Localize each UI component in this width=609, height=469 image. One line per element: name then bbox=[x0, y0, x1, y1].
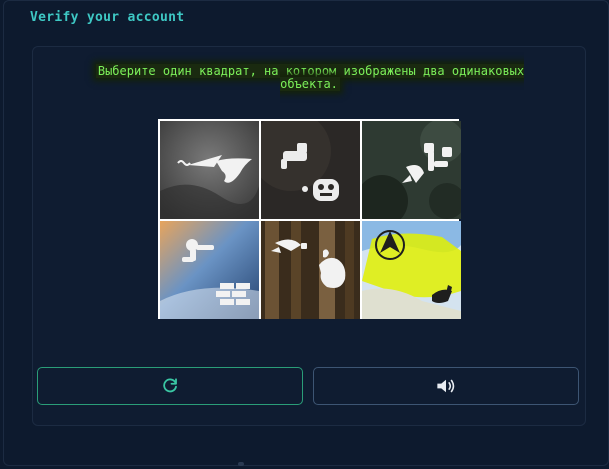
captcha-panel: Выберите один квадрат, на котором изобра… bbox=[32, 46, 586, 426]
bricks-icon bbox=[216, 283, 250, 305]
captcha-tile-2[interactable] bbox=[261, 121, 360, 219]
captcha-tile-6[interactable] bbox=[362, 221, 461, 319]
tile-6-image bbox=[362, 221, 461, 319]
tile-4-image bbox=[160, 221, 259, 319]
tile-3-image bbox=[362, 121, 461, 219]
captcha-tile-5[interactable] bbox=[261, 221, 360, 319]
tile-1-image bbox=[160, 121, 259, 219]
captcha-instruction-text: Выберите один квадрат, на котором изобра… bbox=[95, 64, 525, 91]
tile-2-image bbox=[261, 121, 360, 219]
tile-5-image bbox=[261, 221, 360, 319]
refresh-button[interactable] bbox=[37, 367, 303, 405]
page-title: Verify your account bbox=[30, 10, 185, 25]
captcha-image-grid bbox=[158, 119, 461, 319]
speaker-icon bbox=[437, 379, 455, 393]
captcha-tile-4[interactable] bbox=[160, 221, 259, 319]
captcha-tile-1[interactable] bbox=[160, 121, 259, 219]
divider-mark bbox=[238, 462, 244, 466]
captcha-tile-3[interactable] bbox=[362, 121, 461, 219]
verify-dialog: Verify your account Выберите один квадра… bbox=[3, 0, 609, 466]
audio-challenge-button[interactable] bbox=[313, 367, 579, 405]
refresh-icon bbox=[163, 378, 177, 393]
captcha-instruction: Выберите один квадрат, на котором изобра… bbox=[93, 64, 527, 91]
